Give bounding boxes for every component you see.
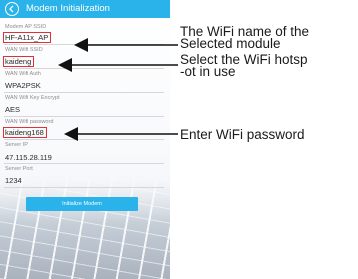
annotation-hotspot: Select the WiFi hotsp -ot in use bbox=[180, 53, 308, 79]
hotspot-arrow bbox=[58, 58, 178, 72]
annotation-module: The WiFi name of the Selected module bbox=[180, 25, 309, 51]
password-arrow bbox=[64, 127, 178, 141]
annotation-module-line2: Selected module bbox=[180, 35, 281, 51]
annotation-hotspot-line2: -ot in use bbox=[180, 63, 236, 79]
annotation-password: Enter WiFi password bbox=[180, 127, 305, 142]
module-arrow bbox=[74, 38, 178, 52]
